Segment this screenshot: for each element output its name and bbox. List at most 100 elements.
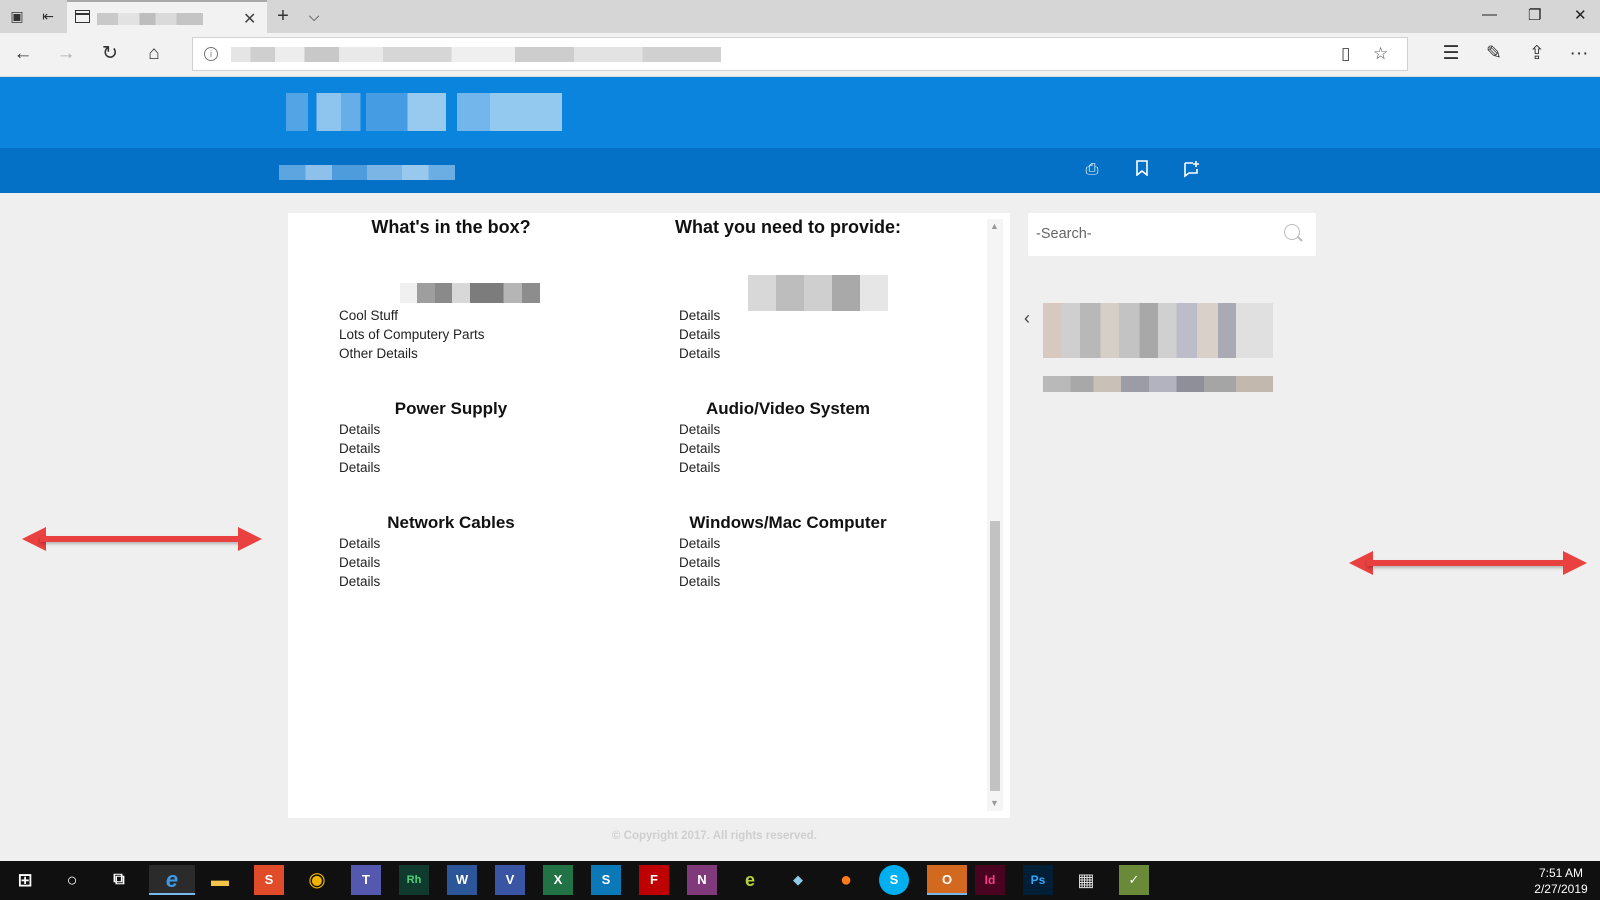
captivate-icon[interactable]: e bbox=[735, 865, 765, 895]
clock-date: 2/27/2019 bbox=[1534, 882, 1588, 896]
reading-view-icon[interactable]: ▯ bbox=[1341, 44, 1350, 64]
task-view-icon[interactable]: ⧉ bbox=[104, 865, 134, 895]
restore-icon[interactable]: ❐ bbox=[1528, 6, 1541, 24]
windows-taskbar: ⊞ ○ ⧉ e ▬ S ◉ T Rh W V X S F N e ◆ ● S O… bbox=[0, 861, 1600, 900]
file-explorer-icon[interactable]: ▬ bbox=[205, 865, 235, 895]
list-item: Details bbox=[679, 536, 721, 551]
scroll-thumb[interactable] bbox=[990, 521, 1000, 791]
excel-icon[interactable]: X bbox=[543, 865, 573, 895]
content-scrollbar[interactable]: ▲ ▼ bbox=[987, 219, 1003, 811]
copyright-text: © Copyright 2017. All rights reserved. bbox=[612, 830, 817, 842]
sharepoint-icon[interactable]: S bbox=[591, 865, 621, 895]
windows-start-icon[interactable]: ⊞ bbox=[10, 865, 40, 895]
search-box bbox=[1028, 213, 1316, 256]
firefox-icon[interactable]: ● bbox=[831, 865, 861, 895]
provide-image-redacted bbox=[748, 275, 888, 311]
list-item: Details bbox=[679, 574, 721, 589]
list-item: Lots of Computery Parts bbox=[339, 327, 485, 342]
network-cables-section: Network Cables bbox=[291, 513, 611, 533]
share-icon[interactable]: ⇪ bbox=[1526, 43, 1548, 65]
tab-title-redacted bbox=[97, 13, 203, 25]
scroll-down-icon[interactable]: ▼ bbox=[990, 798, 999, 808]
add-note-icon[interactable] bbox=[1181, 160, 1201, 180]
filezilla-icon[interactable]: F bbox=[639, 865, 669, 895]
forward-icon[interactable]: → bbox=[55, 43, 77, 65]
visio-icon[interactable]: V bbox=[495, 865, 525, 895]
edge-icon[interactable]: e bbox=[149, 865, 195, 895]
favorite-star-icon[interactable]: ☆ bbox=[1373, 44, 1388, 64]
indesign-icon[interactable]: Id bbox=[975, 865, 1005, 895]
print-icon[interactable]: ⎙ bbox=[1082, 160, 1102, 180]
browser-tab[interactable]: ✕ bbox=[67, 0, 267, 33]
tab-manager-icon[interactable]: ▣ bbox=[8, 7, 26, 25]
audio-video-list: Details Details Details bbox=[679, 420, 720, 477]
site-header bbox=[0, 77, 1600, 148]
list-item: Other Details bbox=[339, 346, 418, 361]
onenote-icon[interactable]: N bbox=[687, 865, 717, 895]
sidebar-link-redacted bbox=[1043, 376, 1273, 392]
minimize-icon[interactable]: — bbox=[1482, 6, 1497, 23]
word-icon[interactable]: W bbox=[447, 865, 477, 895]
skype-icon[interactable]: S bbox=[879, 865, 909, 895]
list-item: Details bbox=[339, 574, 381, 589]
site-info-icon[interactable]: i bbox=[204, 47, 218, 61]
arrow-head-right bbox=[1563, 551, 1587, 575]
more-icon[interactable]: ··· bbox=[1568, 43, 1590, 65]
favorites-icon[interactable]: ☰ bbox=[1440, 43, 1462, 65]
provide-title: What you need to provide: bbox=[674, 217, 901, 237]
section-title: Power Supply bbox=[394, 399, 508, 418]
section-title: Windows/Mac Computer bbox=[689, 513, 887, 532]
refresh-icon[interactable]: ↻ bbox=[99, 43, 121, 65]
section-title: Audio/Video System bbox=[705, 399, 871, 418]
close-window-icon[interactable]: ✕ bbox=[1574, 6, 1587, 24]
arrow-head-right bbox=[238, 527, 262, 551]
provide-column: What you need to provide: bbox=[628, 217, 948, 238]
sidebar-content-redacted bbox=[1043, 303, 1273, 358]
robohelp-icon[interactable]: Rh bbox=[399, 865, 429, 895]
back-icon[interactable]: ← bbox=[12, 43, 34, 65]
product-image-redacted bbox=[400, 283, 540, 303]
outlook-icon[interactable]: O bbox=[927, 865, 967, 895]
list-item: Details bbox=[679, 555, 721, 570]
tab-close-icon[interactable]: ✕ bbox=[243, 9, 256, 29]
project-icon[interactable]: ✓ bbox=[1119, 865, 1149, 895]
snagit-icon[interactable]: S bbox=[254, 865, 284, 895]
tabs-aside-icon[interactable]: ⇤ bbox=[39, 7, 57, 25]
list-item: Cool Stuff bbox=[339, 308, 399, 323]
url-field[interactable]: i ▯ ☆ bbox=[192, 37, 1408, 71]
network-cables-list: Details Details Details bbox=[339, 534, 380, 591]
bookmark-icon[interactable] bbox=[1132, 160, 1152, 180]
left-double-arrow-annotation bbox=[22, 527, 262, 551]
search-icon[interactable] bbox=[1284, 224, 1300, 240]
photoshop-icon[interactable]: Ps bbox=[1023, 865, 1053, 895]
address-bar-row: ← → ↻ ⌂ i ▯ ☆ ☰ ✎ ⇪ ··· bbox=[0, 33, 1600, 77]
list-item: Details bbox=[339, 555, 381, 570]
cortana-icon[interactable]: ○ bbox=[57, 865, 87, 895]
calculator-icon[interactable]: ▦ bbox=[1071, 865, 1101, 895]
clock-time: 7:51 AM bbox=[1538, 866, 1584, 880]
list-item: Details bbox=[339, 422, 381, 437]
in-box-title: What's in the box? bbox=[371, 217, 531, 237]
system-clock[interactable]: 7:51 AM 2/27/2019 bbox=[1526, 865, 1596, 897]
chrome-icon[interactable]: ◉ bbox=[302, 865, 332, 895]
notes-pen-icon[interactable]: ✎ bbox=[1483, 43, 1505, 65]
teams-icon[interactable]: T bbox=[351, 865, 381, 895]
audio-video-section: Audio/Video System bbox=[628, 399, 948, 419]
home-icon[interactable]: ⌂ bbox=[143, 43, 165, 65]
list-item: Details bbox=[679, 422, 721, 437]
arrow-shaft bbox=[1367, 560, 1569, 566]
app-icon[interactable]: ◆ bbox=[783, 865, 813, 895]
computer-section: Windows/Mac Computer bbox=[628, 513, 948, 533]
scroll-up-icon[interactable]: ▲ bbox=[990, 221, 999, 231]
new-tab-icon[interactable]: + bbox=[274, 6, 292, 26]
logo-redacted[interactable] bbox=[286, 93, 562, 131]
carousel-prev-chevron-icon[interactable]: ‹ bbox=[1024, 308, 1030, 329]
search-input[interactable] bbox=[1036, 223, 1276, 245]
in-box-column: What's in the box? bbox=[291, 217, 611, 238]
content-card: What's in the box? Cool Stuff Lots of Co… bbox=[288, 213, 1010, 818]
tab-preview-chevron-icon[interactable]: ⌵ bbox=[305, 7, 323, 25]
breadcrumb-redacted[interactable] bbox=[279, 165, 455, 180]
page-icon bbox=[75, 10, 90, 23]
right-double-arrow-annotation bbox=[1349, 551, 1587, 575]
list-item: Details bbox=[339, 441, 381, 456]
